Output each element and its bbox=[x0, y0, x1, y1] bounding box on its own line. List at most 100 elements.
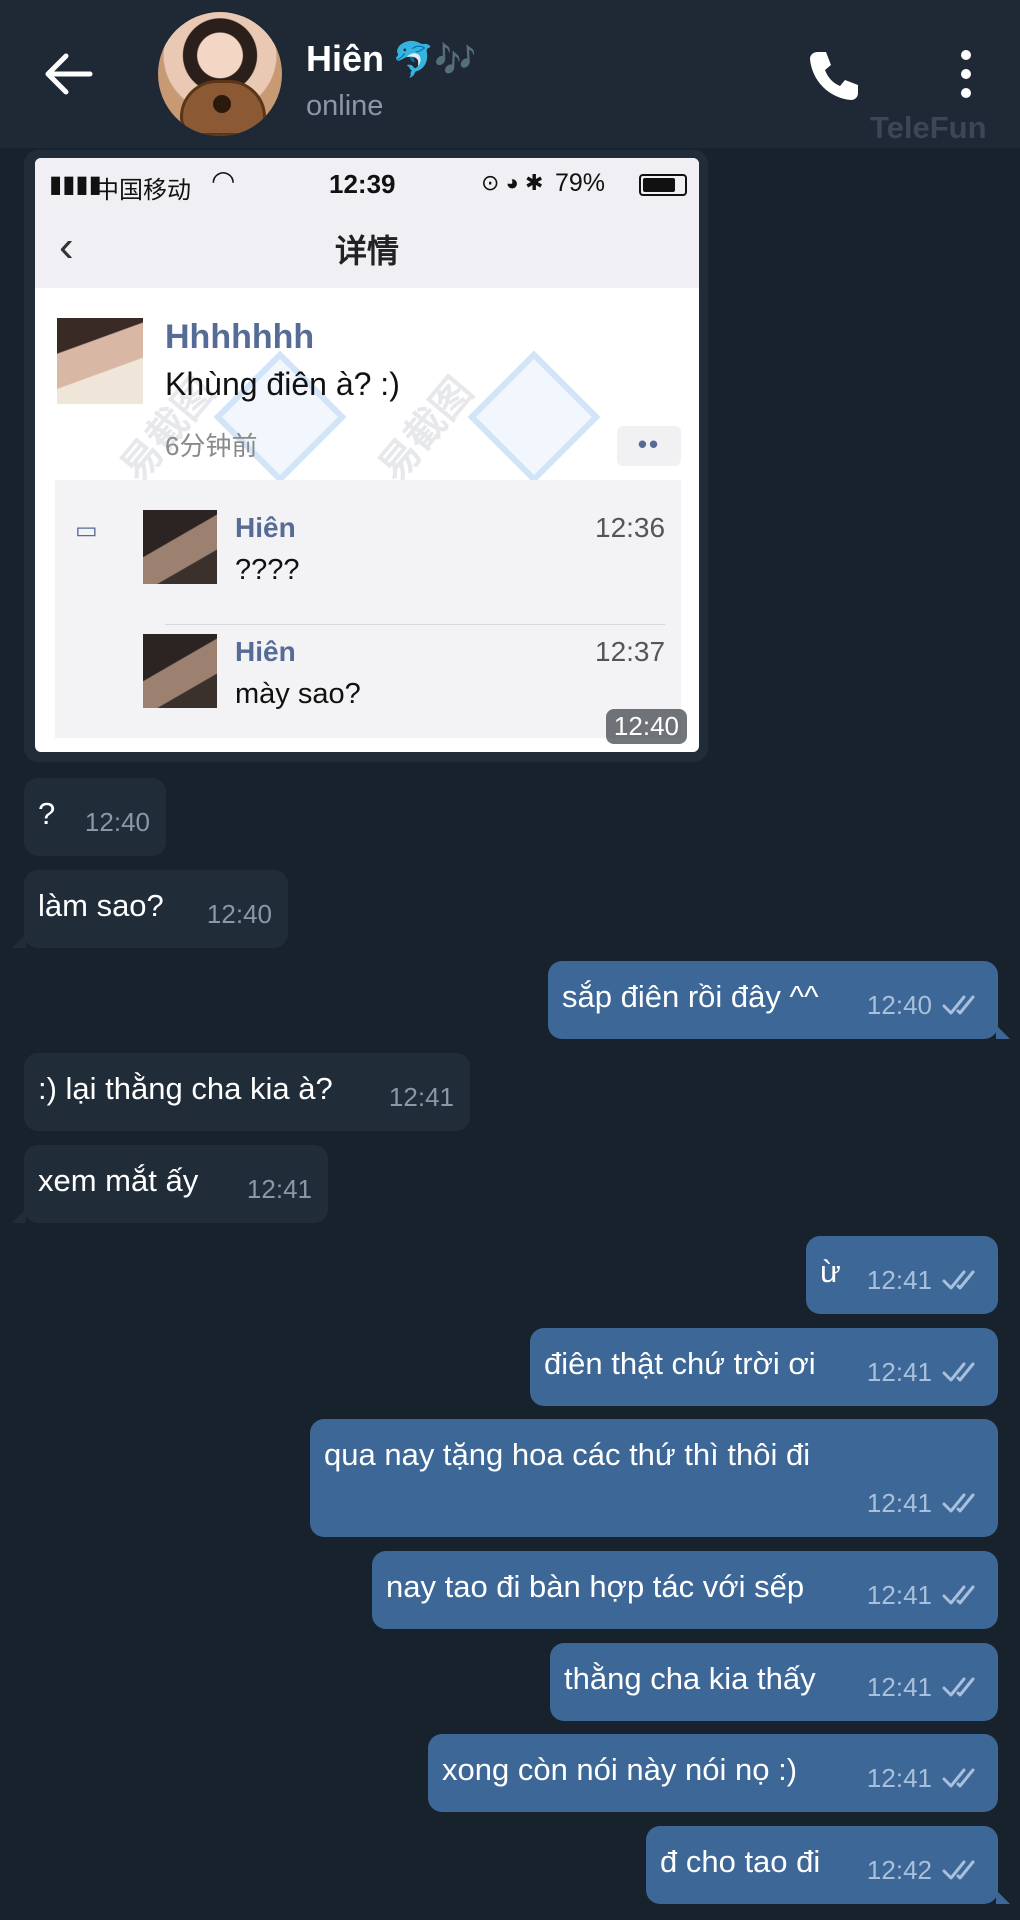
double-check-icon bbox=[942, 1493, 975, 1513]
battery-percent: 79% bbox=[555, 169, 606, 197]
back-arrow-icon[interactable] bbox=[40, 48, 96, 100]
outgoing-message[interactable]: sắp điên rồi đây ^^ 12:40 bbox=[548, 961, 1010, 1039]
comment-list: ▭ Hiên ???? 12:36 Hiên mày sao? 12:37 bbox=[55, 480, 681, 738]
message-time: 12:41 bbox=[866, 1488, 932, 1518]
double-check-icon bbox=[942, 1270, 975, 1290]
comment-icon: ▭ bbox=[75, 517, 98, 544]
status-icons: ⊙ ◕ ✱ bbox=[481, 170, 544, 195]
message-text: thằng cha kia thấy bbox=[564, 1661, 816, 1696]
message-time: 12:40 bbox=[866, 990, 932, 1020]
phone-call-icon[interactable] bbox=[804, 46, 864, 106]
message-time: 12:41 bbox=[866, 1357, 932, 1387]
avatar-guitar-image bbox=[180, 80, 266, 136]
contact-status: online bbox=[306, 90, 384, 122]
bubble-tail bbox=[12, 1209, 26, 1223]
bubble-tail bbox=[12, 934, 26, 948]
message-meta: 12:41 bbox=[867, 1483, 982, 1523]
music-notes-emoji: 🎶 bbox=[434, 41, 477, 79]
brand-watermark: TeleFun bbox=[870, 110, 987, 145]
contact-name[interactable]: Hiên 🐬🎶 bbox=[306, 38, 477, 80]
message-text: xong còn nói này nói nọ :) bbox=[442, 1752, 798, 1787]
message-time: 12:41 bbox=[388, 1082, 454, 1112]
double-check-icon bbox=[942, 1860, 975, 1880]
message-text: sắp điên rồi đây ^^ bbox=[562, 979, 819, 1014]
more-vertical-icon[interactable] bbox=[950, 46, 982, 102]
comment-text: mày sao? bbox=[235, 678, 361, 710]
message-time: 12:41 bbox=[866, 1580, 932, 1610]
message-text: điên thật chứ trời ơi bbox=[544, 1346, 816, 1381]
comment-time: 12:37 bbox=[595, 636, 666, 667]
wifi-icon: ◠ bbox=[211, 165, 236, 196]
contact-avatar[interactable] bbox=[158, 12, 282, 136]
message-meta: 12:41 bbox=[867, 1352, 982, 1392]
comment-text: ???? bbox=[235, 554, 300, 586]
bubble-tail bbox=[996, 1890, 1010, 1904]
watermark-logo bbox=[467, 350, 601, 484]
outgoing-message[interactable]: xong còn nói này nói nọ :) 12:41 bbox=[428, 1734, 998, 1812]
status-clock: 12:39 bbox=[329, 169, 396, 199]
outgoing-message[interactable]: đ cho tao đi 12:42 bbox=[646, 1826, 1010, 1904]
attached-screenshot[interactable]: ▮▮▮▮ 中国移动 ◠ 12:39 ⊙ ◕ ✱ 79% ‹ 详情 易截图 易截图… bbox=[35, 158, 699, 752]
post-author-name: Hhhhhhh bbox=[165, 318, 315, 356]
message-meta: 12:41 bbox=[389, 1077, 454, 1117]
comment-author: Hiên bbox=[235, 512, 296, 543]
ios-status-bar: ▮▮▮▮ 中国移动 ◠ 12:39 ⊙ ◕ ✱ 79% bbox=[35, 158, 699, 206]
detail-nav-bar: ‹ 详情 bbox=[35, 206, 699, 288]
carrier-label: 中国移动 bbox=[95, 177, 191, 204]
double-check-icon bbox=[942, 1768, 975, 1788]
comment-avatar bbox=[143, 634, 217, 708]
message-time: 12:41 bbox=[866, 1265, 932, 1295]
detail-page-title: 详情 bbox=[334, 233, 399, 269]
more-dots-icon: •• bbox=[617, 426, 681, 466]
message-meta: 12:41 bbox=[867, 1758, 982, 1798]
incoming-message[interactable]: làm sao? 12:40 bbox=[12, 870, 288, 948]
message-text: nay tao đi bàn hợp tác với sếp bbox=[386, 1569, 805, 1604]
message-meta: 12:40 bbox=[85, 802, 150, 842]
outgoing-message[interactable]: thằng cha kia thấy 12:41 bbox=[550, 1643, 998, 1721]
message-time: 12:41 bbox=[866, 1763, 932, 1793]
incoming-message[interactable]: xem mắt ấy 12:41 bbox=[12, 1145, 328, 1223]
message-meta: 12:41 bbox=[867, 1575, 982, 1615]
message-time: 12:42 bbox=[866, 1855, 932, 1885]
message-meta: 12:40 bbox=[207, 894, 272, 934]
double-check-icon bbox=[942, 1677, 975, 1697]
message-time: 12:41 bbox=[246, 1174, 312, 1204]
double-check-icon bbox=[942, 995, 975, 1015]
outgoing-message[interactable]: nay tao đi bàn hợp tác với sếp 12:41 bbox=[372, 1551, 998, 1629]
battery-icon bbox=[639, 174, 687, 196]
contact-name-text: Hiên bbox=[306, 38, 385, 79]
image-timestamp: 12:40 bbox=[605, 709, 687, 744]
chat-header: Hiên 🐬🎶 online TeleFun bbox=[0, 0, 1020, 148]
incoming-message[interactable]: :) lại thằng cha kia à? 12:41 bbox=[24, 1053, 470, 1131]
message-time: 12:40 bbox=[84, 807, 150, 837]
message-meta: 12:40 bbox=[867, 985, 982, 1025]
message-meta: 12:41 bbox=[867, 1667, 982, 1707]
outgoing-message[interactable]: qua nay tặng hoa các thứ thì thôi đi 12:… bbox=[310, 1419, 998, 1537]
comment-divider bbox=[165, 624, 665, 625]
image-message[interactable]: ▮▮▮▮ 中国移动 ◠ 12:39 ⊙ ◕ ✱ 79% ‹ 详情 易截图 易截图… bbox=[24, 150, 708, 762]
double-check-icon bbox=[942, 1362, 975, 1382]
outgoing-message[interactable]: điên thật chứ trời ơi 12:41 bbox=[530, 1328, 998, 1406]
message-text: qua nay tặng hoa các thứ thì thôi đi bbox=[324, 1437, 811, 1472]
comment-avatar bbox=[143, 510, 217, 584]
message-text: ? bbox=[38, 796, 56, 831]
post-author-avatar bbox=[57, 318, 143, 404]
message-text: :) lại thằng cha kia à? bbox=[38, 1071, 333, 1106]
signal-icon: ▮▮▮▮ bbox=[49, 171, 102, 198]
comment-time: 12:36 bbox=[595, 512, 666, 543]
message-time: 12:40 bbox=[206, 899, 272, 929]
message-text: đ cho tao đi bbox=[660, 1844, 821, 1879]
message-text: ừ bbox=[820, 1254, 841, 1289]
outgoing-message[interactable]: ừ 12:41 bbox=[806, 1236, 998, 1314]
comment-author: Hiên bbox=[235, 636, 296, 667]
message-meta: 12:41 bbox=[247, 1169, 312, 1209]
message-meta: 12:41 bbox=[867, 1260, 982, 1300]
dolphin-emoji: 🐬 bbox=[392, 41, 435, 79]
incoming-message[interactable]: ? 12:40 bbox=[24, 778, 166, 856]
bubble-tail bbox=[996, 1025, 1010, 1039]
post-text: Khùng điên à? :) bbox=[165, 366, 400, 402]
message-time: 12:41 bbox=[866, 1672, 932, 1702]
contact-emoji: 🐬🎶 bbox=[392, 41, 477, 79]
post-time: 6分钟前 bbox=[165, 431, 258, 461]
message-meta: 12:42 bbox=[867, 1850, 982, 1890]
